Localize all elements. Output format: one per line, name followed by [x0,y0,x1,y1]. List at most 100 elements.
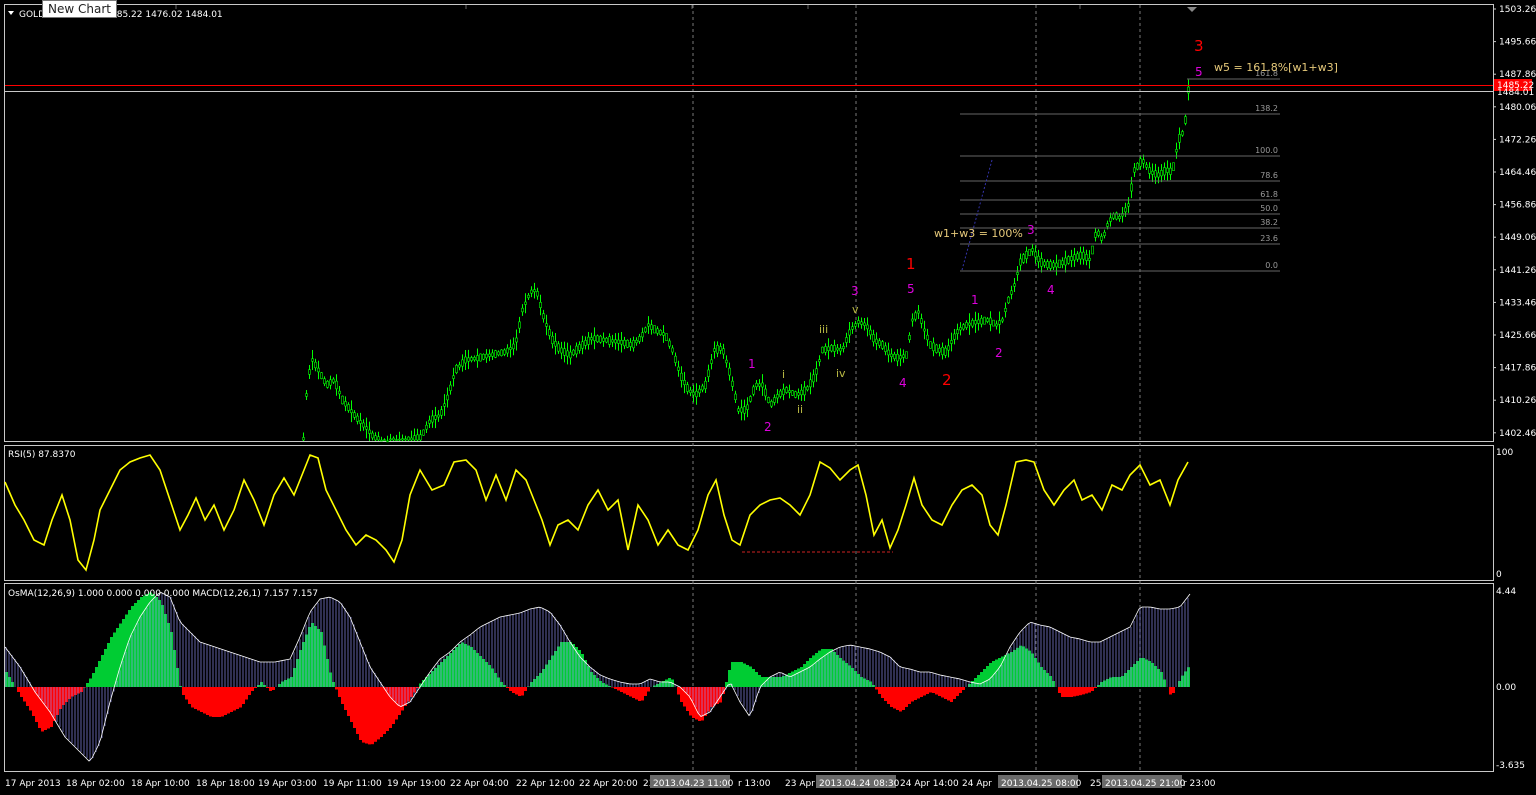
candle-body [869,329,872,336]
candle-body [617,339,620,344]
candle-body [359,420,362,424]
osma-bar [278,684,281,687]
candle-body [536,291,539,297]
candle-body [521,307,524,313]
candle-body [443,403,446,407]
candle-body [323,378,326,385]
chart-shift-marker-icon[interactable] [1187,7,1197,12]
candle-body [887,349,890,356]
osma-bar [200,687,203,712]
candle-body [668,340,671,347]
osma-bar [1103,680,1106,687]
osma-bar [428,674,431,687]
candle-body [878,340,881,346]
osma-bar [38,687,41,728]
osma-bar [956,687,959,696]
osma-bar [809,658,812,687]
price-tick-label: 1503.26 [1499,5,1536,15]
osma-bar [515,687,518,695]
osma-bar [770,677,773,687]
osma-bar [305,634,308,687]
candle-body [488,353,491,357]
candle-body [932,342,935,352]
candle-body [1139,158,1142,167]
time-tick-label: 18 Apr 02:00 [66,779,125,789]
candle-body [836,347,839,351]
osma-bar [791,671,794,687]
osma-bar [185,687,188,700]
osma-bar [161,605,164,687]
candle-body [467,357,470,362]
osma-bar [1148,661,1151,687]
candle-body [920,318,923,324]
candle-body [548,329,551,336]
time-tick-label: 19 Apr 11:00 [323,779,382,789]
candle-body [740,407,743,413]
price-axis: 1503.26 1495.66 1487.86 1480.06 1472.26 1464.… [1493,5,1536,439]
candle-body [1154,170,1157,178]
osma-bar [743,663,746,687]
osma-bar [779,677,782,687]
candle-body [395,439,398,441]
osma-bar [878,687,881,694]
candle-body [1022,254,1025,263]
fib-level-label: 100.0 [1255,146,1278,155]
osma-bar [494,673,497,687]
osma-bar [497,677,500,687]
candle-body [677,366,680,371]
candle-body [875,338,878,344]
osma-bar [686,687,689,711]
chart-menu-arrow-icon[interactable] [8,11,14,15]
osma-bar [62,687,65,705]
osma-bar [194,687,197,709]
price-tick-label: 1410.26 [1499,396,1536,406]
candle-body [698,388,701,394]
osma-bar [80,687,83,692]
candle-body [1070,256,1073,261]
osma-bar [788,673,791,687]
osma-bar [221,687,224,717]
osma-bar [995,659,998,687]
osma-bar [365,687,368,744]
osma-bar [857,674,860,687]
osma-bar [908,687,911,704]
rsi-panel[interactable] [4,445,1494,581]
osma-bar [404,687,407,706]
chart-canvas[interactable]: 161.8138.2100.078.661.850.038.223.60.0 1… [0,0,1536,791]
osma-bar [1187,667,1190,687]
osma-bar [20,687,23,697]
candle-body [365,426,368,430]
candle-body [653,325,656,334]
candle-body [422,429,425,436]
osma-bar [746,665,749,687]
candle-body [605,337,608,343]
candle-body [482,353,485,360]
time-tick-label: r 23:00 [1183,779,1216,789]
osma-bar [758,675,761,687]
candle-body [839,347,842,352]
osma-bar [1145,659,1148,687]
candle-body [662,332,665,336]
trend-line[interactable] [961,159,993,271]
osma-bar [311,623,314,687]
osma-bar [1046,673,1049,687]
osma-bar [44,687,47,730]
candle-body [1094,232,1097,238]
osma-bar [437,665,440,687]
candle-body [665,333,668,341]
osma-bar [1025,648,1028,687]
osma-bar [476,653,479,687]
osma-bar [950,687,953,702]
osma-bar [59,687,62,709]
osma-bar [1112,677,1115,687]
osma-bar [653,685,656,687]
osma-bar [338,687,341,697]
candle-body [803,386,806,396]
osma-bar [1172,687,1175,693]
osma-bar [773,677,776,687]
wave-minor-4b: 4 [1047,283,1055,297]
wave-primary-2: 2 [942,371,952,389]
chart-window[interactable]: 161.8 138.2 100.0 78.6 61.8 50.0 38.2 23.6 0.0 1… [0,0,1536,791]
candle-body [857,320,860,324]
osma-bar [1118,677,1121,687]
